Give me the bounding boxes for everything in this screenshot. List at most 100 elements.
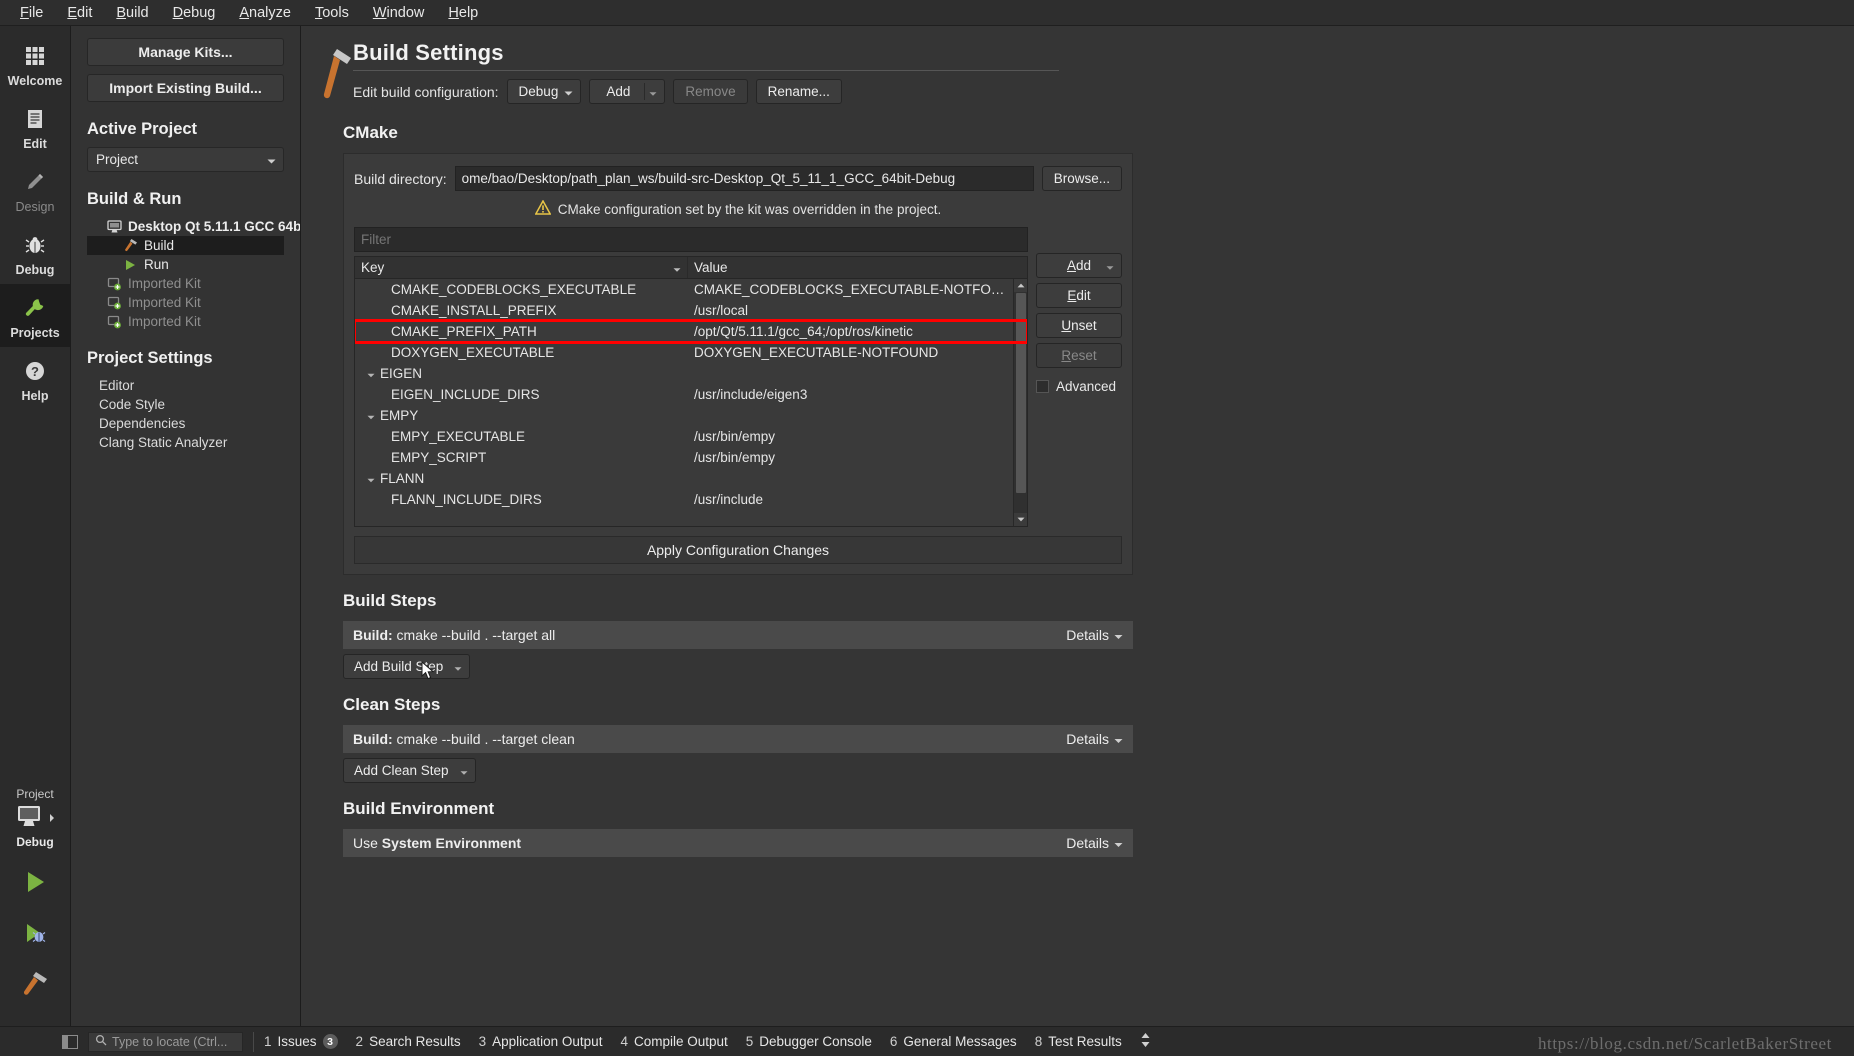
- watermark-text: https://blog.csdn.net/ScarletBakerStreet: [1537, 1034, 1832, 1053]
- edit-build-configuration-row: Edit build configuration: Debug Add Remo…: [353, 79, 1814, 104]
- menu-item-debug[interactable]: Debug: [161, 3, 228, 23]
- column-header-value[interactable]: Value: [688, 257, 1027, 278]
- column-header-key[interactable]: Key: [355, 257, 688, 278]
- table-row[interactable]: EMPY_SCRIPT /usr/bin/empy: [355, 447, 1027, 468]
- build-step-row[interactable]: Build: cmake --build . --target all Deta…: [343, 621, 1133, 649]
- play-icon: [21, 868, 49, 901]
- add-configuration-button[interactable]: Add: [589, 79, 666, 104]
- output-pane-spinbox[interactable]: [1140, 1032, 1151, 1051]
- output-pane-issues[interactable]: 1 Issues 3: [264, 1034, 338, 1049]
- mode-label-edit: Edit: [23, 137, 47, 151]
- unset-variable-button[interactable]: Unset: [1036, 313, 1122, 338]
- build-run-heading: Build & Run: [87, 190, 182, 208]
- cmake-table-area: Key Value CMAKE_CODEBLOCKS_EXECUTABLE: [354, 227, 1122, 527]
- tree-item-imported-kit-3[interactable]: Imported Kit: [87, 312, 284, 331]
- table-row[interactable]: CMAKE_INSTALL_PREFIX /usr/local: [355, 300, 1027, 321]
- menu-item-tools[interactable]: Tools: [303, 3, 361, 23]
- manage-kits-button[interactable]: Manage Kits...: [87, 38, 284, 66]
- table-row[interactable]: DOXYGEN_EXECUTABLE DOXYGEN_EXECUTABLE-NO…: [355, 342, 1027, 363]
- updown-arrows-icon: [1140, 1032, 1151, 1051]
- remove-configuration-button[interactable]: Remove: [673, 79, 748, 104]
- filter-input[interactable]: [354, 227, 1028, 252]
- clean-step-row[interactable]: Build: cmake --build . --target clean De…: [343, 725, 1133, 753]
- build-configuration-select[interactable]: Debug: [506, 79, 582, 104]
- chevron-down-icon[interactable]: [367, 366, 375, 381]
- build-environment-details-toggle[interactable]: Details: [1066, 835, 1123, 851]
- output-pane-debugger-console[interactable]: 5 Debugger Console: [746, 1034, 872, 1049]
- tree-item-kit-desktop[interactable]: Desktop Qt 5.11.1 GCC 64bit: [87, 217, 300, 236]
- clean-step-details-toggle[interactable]: Details: [1066, 731, 1123, 747]
- menu-item-edit[interactable]: Edit: [55, 3, 104, 23]
- edit-variable-button[interactable]: Edit: [1036, 283, 1122, 308]
- tree-item-build[interactable]: Build: [87, 236, 284, 255]
- project-setting-editor[interactable]: Editor: [87, 376, 284, 395]
- browse-button[interactable]: Browse...: [1041, 166, 1122, 191]
- tree-item-run[interactable]: Run: [87, 255, 284, 274]
- chevron-down-icon[interactable]: [367, 471, 375, 486]
- table-row[interactable]: CMAKE_CODEBLOCKS_EXECUTABLE CMAKE_CODEBL…: [355, 279, 1027, 300]
- build-step-details-toggle[interactable]: Details: [1066, 627, 1123, 643]
- table-row-group[interactable]: EMPY: [355, 405, 1027, 426]
- pane-label: Compile Output: [633, 1034, 728, 1049]
- project-setting-clang-static-analyzer[interactable]: Clang Static Analyzer: [87, 433, 284, 452]
- add-clean-step-button[interactable]: Add Clean Step: [343, 758, 476, 783]
- import-existing-build-button[interactable]: Import Existing Build...: [87, 74, 284, 102]
- page-title: Build Settings: [353, 40, 504, 65]
- tree-item-imported-kit-1[interactable]: Imported Kit: [87, 274, 284, 293]
- tree-item-imported-kit-2[interactable]: Imported Kit: [87, 293, 284, 312]
- toggle-sidebar-button[interactable]: [62, 1034, 78, 1049]
- mode-button-edit[interactable]: Edit: [0, 95, 70, 158]
- add-build-step-button[interactable]: Add Build Step: [343, 654, 471, 679]
- document-icon: [24, 104, 46, 134]
- build-button[interactable]: [0, 970, 70, 1003]
- reset-variable-button[interactable]: Reset: [1036, 343, 1122, 368]
- mode-button-welcome[interactable]: Welcome: [0, 32, 70, 95]
- rename-configuration-button[interactable]: Rename...: [755, 79, 842, 104]
- hammer-icon: [121, 238, 139, 253]
- pane-label: Search Results: [369, 1034, 461, 1049]
- advanced-checkbox[interactable]: [1036, 380, 1049, 393]
- scroll-up-icon[interactable]: [1014, 279, 1027, 292]
- table-row[interactable]: EMPY_EXECUTABLE /usr/bin/empy: [355, 426, 1027, 447]
- active-project-select[interactable]: Project: [87, 147, 284, 172]
- build-environment-row[interactable]: Use System Environment Details: [343, 829, 1133, 857]
- scroll-down-icon[interactable]: [1014, 513, 1027, 526]
- output-pane-application-output[interactable]: 3 Application Output: [479, 1034, 603, 1049]
- output-pane-compile-output[interactable]: 4 Compile Output: [620, 1034, 727, 1049]
- chevron-down-icon[interactable]: [367, 408, 375, 423]
- table-row-group[interactable]: EIGEN: [355, 363, 1027, 384]
- build-directory-input[interactable]: ome/bao/Desktop/path_plan_ws/build-src-D…: [454, 166, 1034, 191]
- table-row-highlighted-cmake-prefix-path[interactable]: CMAKE_PREFIX_PATH /opt/Qt/5.11.1/gcc_64;…: [355, 319, 1027, 344]
- advanced-checkbox-row[interactable]: Advanced: [1036, 379, 1122, 394]
- output-pane-search-results[interactable]: 2 Search Results: [356, 1034, 461, 1049]
- table-vertical-scrollbar[interactable]: [1013, 279, 1027, 526]
- apply-configuration-changes-button[interactable]: Apply Configuration Changes: [354, 536, 1122, 564]
- table-row[interactable]: EIGEN_INCLUDE_DIRS /usr/include/eigen3: [355, 384, 1027, 405]
- menu-item-window[interactable]: Window: [361, 3, 437, 23]
- locator-input[interactable]: Type to locate (Ctrl...: [88, 1031, 243, 1052]
- sort-descending-icon: [673, 260, 681, 275]
- kit-selector-button[interactable]: [14, 803, 56, 834]
- build-step-details-label: Details: [1066, 627, 1109, 643]
- menu-item-build[interactable]: Build: [104, 3, 160, 23]
- output-pane-test-results[interactable]: 8 Test Results: [1035, 1034, 1122, 1049]
- search-icon: [95, 1034, 107, 1049]
- cell-value: /usr/include/eigen3: [694, 387, 808, 402]
- run-button[interactable]: [0, 868, 70, 901]
- chevron-down-icon: [564, 84, 573, 99]
- mode-button-debug[interactable]: Debug: [0, 221, 70, 284]
- table-row-group[interactable]: FLANN: [355, 468, 1027, 489]
- project-setting-dependencies[interactable]: Dependencies: [87, 414, 284, 433]
- menu-item-file[interactable]: File: [8, 3, 55, 23]
- mode-button-projects[interactable]: Projects: [0, 284, 70, 347]
- mode-button-design[interactable]: Design: [0, 158, 70, 221]
- table-row[interactable]: FLANN_INCLUDE_DIRS /usr/include: [355, 489, 1027, 510]
- menu-item-help[interactable]: Help: [436, 3, 490, 23]
- output-pane-general-messages[interactable]: 6 General Messages: [890, 1034, 1017, 1049]
- project-setting-code-style[interactable]: Code Style: [87, 395, 284, 414]
- menu-item-analyze[interactable]: Analyze: [227, 3, 303, 23]
- debug-button[interactable]: [0, 919, 70, 952]
- mode-button-help[interactable]: ? Help: [0, 347, 70, 410]
- mode-label-welcome: Welcome: [7, 74, 63, 88]
- add-variable-button[interactable]: Add: [1036, 253, 1122, 278]
